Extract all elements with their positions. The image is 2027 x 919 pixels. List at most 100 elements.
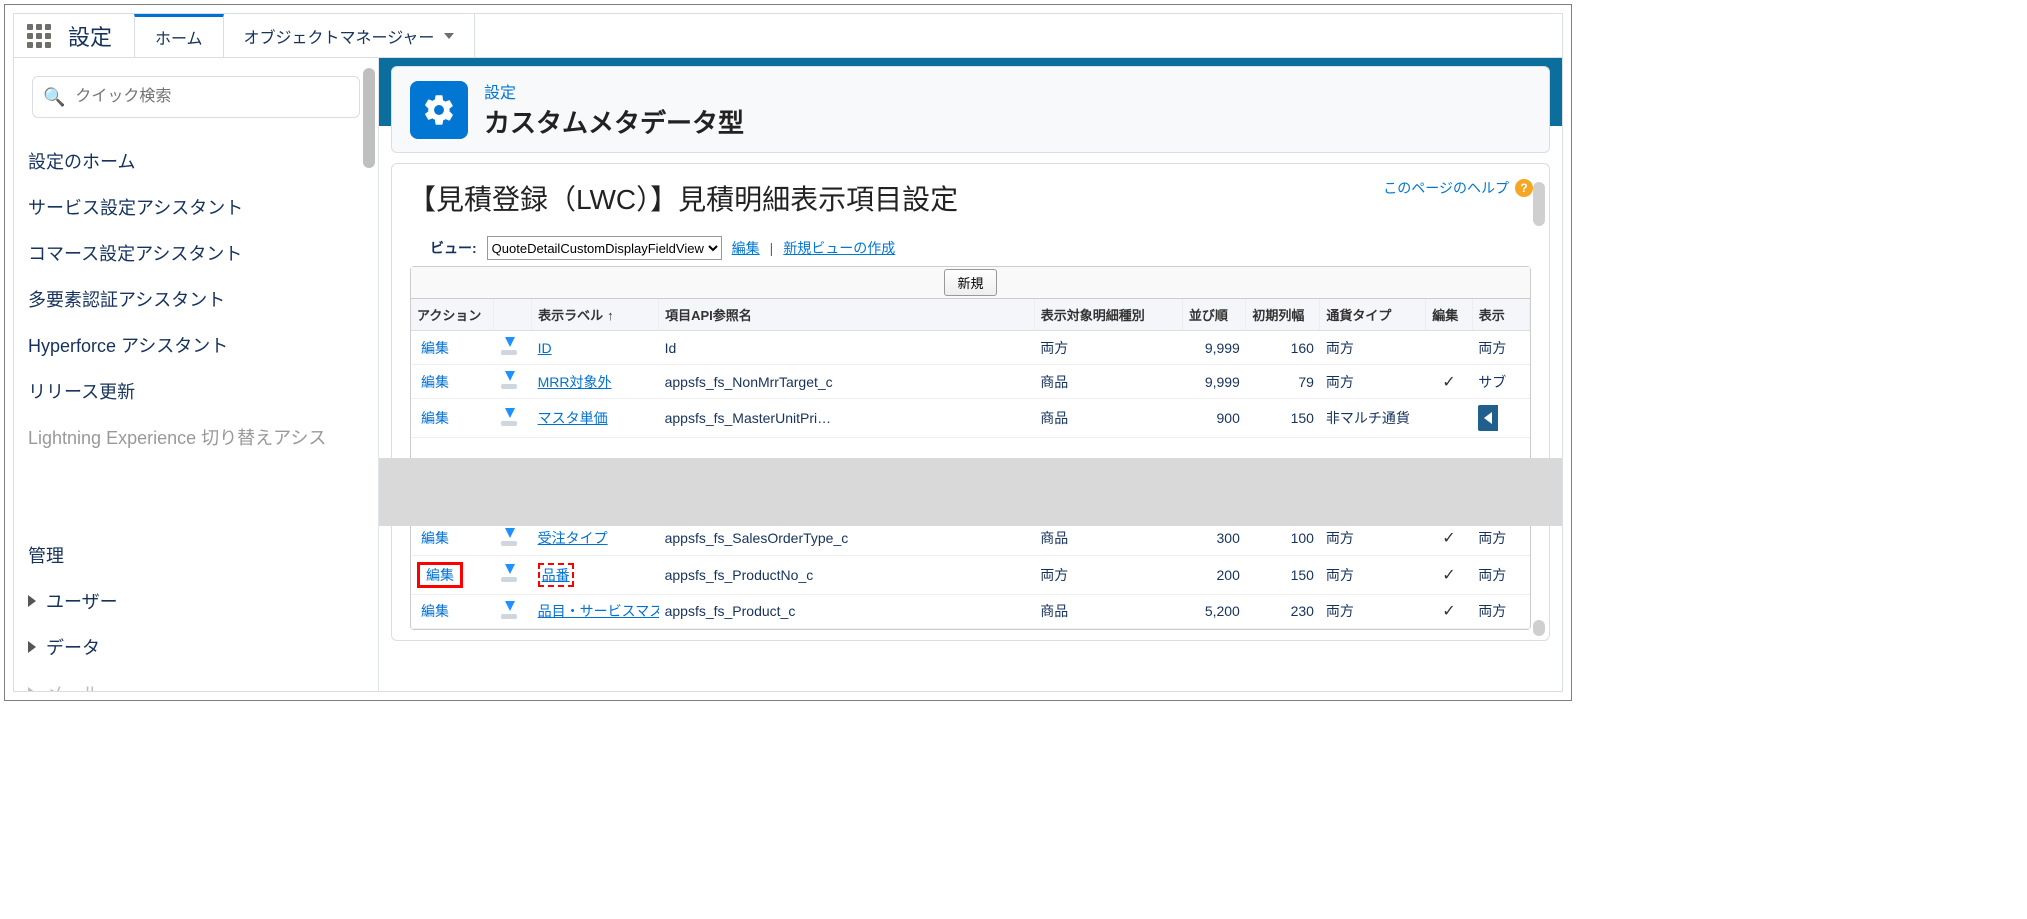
sidebar-item-mfa-assistant[interactable]: 多要素認証アシスタント: [14, 276, 378, 322]
sidebar-scrollbar[interactable]: [363, 68, 375, 168]
edit-action[interactable]: 編集: [422, 565, 458, 585]
quick-find[interactable]: 🔍: [32, 76, 360, 118]
page-header-card: 設定 カスタムメタデータ型: [391, 66, 1550, 153]
sort-asc-icon: ↑: [607, 308, 614, 323]
download-icon[interactable]: [500, 371, 518, 389]
download-icon[interactable]: [500, 528, 518, 546]
content-scrollbar-bottom[interactable]: [1533, 620, 1545, 636]
tab-home[interactable]: ホーム: [134, 14, 224, 57]
sidebar-item-release-updates[interactable]: リリース更新: [14, 368, 378, 414]
row-api: appsfs_fs_NonMrrTarget_c: [659, 365, 1035, 399]
row-currency: 両方: [1320, 594, 1426, 628]
sidebar-heading-admin: 管理: [14, 532, 378, 578]
row-label-link[interactable]: 受注タイプ: [538, 530, 608, 546]
view-select[interactable]: QuoteDetailCustomDisplayFieldView: [487, 236, 722, 260]
table-row: 編集品目・サービスマスタappsfs_fs_Product_c商品5,20023…: [411, 594, 1530, 628]
row-api: appsfs_fs_SalesOrderType_c: [659, 522, 1035, 556]
row-label-link[interactable]: ID: [538, 340, 552, 356]
view-row: ビュー: QuoteDetailCustomDisplayFieldView 編…: [430, 236, 1533, 260]
gear-icon: [410, 81, 468, 139]
row-width: 160: [1246, 331, 1320, 365]
th-dl: [494, 299, 532, 331]
classic-card: 【見積登録（LWC）】見積明細表示項目設定 このページのヘルプ ? ビュー: Q…: [391, 163, 1550, 641]
row-width: 150: [1246, 399, 1320, 438]
edit-action[interactable]: 編集: [417, 528, 453, 548]
row-label-link[interactable]: マスタ単価: [538, 410, 608, 426]
main: 設定 カスタムメタデータ型 【見積登録（LWC）】見積明細表示項目設定 このペー…: [379, 58, 1562, 691]
edit-action[interactable]: 編集: [417, 408, 453, 428]
sidebar-group-data[interactable]: データ: [14, 624, 378, 670]
help-icon: ?: [1515, 179, 1533, 197]
row-display: [1472, 399, 1529, 438]
row-display: 両方: [1472, 594, 1529, 628]
row-width: 230: [1246, 594, 1320, 628]
row-width: 100: [1246, 522, 1320, 556]
edit-action[interactable]: 編集: [417, 338, 453, 358]
row-label-link[interactable]: 品目・サービスマスタ: [538, 603, 659, 619]
row-editable: ✓: [1426, 365, 1473, 399]
table-row: 編集マスタ単価appsfs_fs_MasterUnitPri…商品900150非…: [411, 399, 1530, 438]
sidebar-item-service-assistant[interactable]: サービス設定アシスタント: [14, 184, 378, 230]
th-width[interactable]: 初期列幅: [1246, 299, 1320, 331]
data-table-wrap: 新規 アクション 表示ラベル↑ 項目API参: [410, 266, 1531, 630]
th-action[interactable]: アクション: [411, 299, 494, 331]
sidebar-item-lex-assistant[interactable]: Lightning Experience 切り替えアシス: [14, 414, 378, 460]
page-title: カスタムメタデータ型: [484, 103, 744, 140]
edit-action[interactable]: 編集: [417, 601, 453, 621]
th-api[interactable]: 項目API参照名: [659, 299, 1035, 331]
download-icon[interactable]: [500, 337, 518, 355]
row-label-link[interactable]: MRR対象外: [538, 374, 612, 390]
row-order: 200: [1182, 555, 1245, 594]
sidebar-item-setup-home[interactable]: 設定のホーム: [14, 138, 378, 184]
download-icon[interactable]: [500, 564, 518, 582]
row-api: appsfs_fs_MasterUnitPri…: [659, 399, 1035, 438]
row-order: 9,999: [1182, 365, 1245, 399]
th-type[interactable]: 表示対象明細種別: [1034, 299, 1182, 331]
list-title: 【見積登録（LWC）】見積明細表示項目設定: [408, 178, 958, 218]
row-type: 商品: [1034, 365, 1182, 399]
download-icon[interactable]: [500, 408, 518, 426]
th-display[interactable]: 表示: [1472, 299, 1529, 331]
edit-view-link[interactable]: 編集: [732, 238, 760, 258]
row-editable: ✓: [1426, 522, 1473, 556]
sidebar-item-hyperforce-assistant[interactable]: Hyperforce アシスタント: [14, 322, 378, 368]
table-header-row: アクション 表示ラベル↑ 項目API参照名 表示対象明細種別 並び順 初期列幅 …: [411, 299, 1530, 331]
edit-action[interactable]: 編集: [417, 372, 453, 392]
check-icon: ✓: [1442, 374, 1455, 391]
th-order[interactable]: 並び順: [1182, 299, 1245, 331]
row-type: 商品: [1034, 594, 1182, 628]
th-currency[interactable]: 通貨タイプ: [1320, 299, 1426, 331]
quick-find-input[interactable]: [73, 87, 349, 107]
sidebar-group-label: ユーザー: [46, 588, 118, 614]
tab-object-manager[interactable]: オブジェクトマネージャー: [224, 14, 476, 57]
help-link[interactable]: このページのヘルプ ?: [1383, 178, 1533, 198]
row-editable: ✓: [1426, 594, 1473, 628]
table-row: 編集IDId両方9,999160両方両方: [411, 331, 1530, 365]
pipe: |: [770, 240, 774, 256]
new-button[interactable]: 新規: [944, 269, 996, 296]
app-launcher-button[interactable]: [14, 14, 64, 57]
page-eyebrow: 設定: [484, 79, 744, 103]
sidebar-item-commerce-assistant[interactable]: コマース設定アシスタント: [14, 230, 378, 276]
sidebar: 🔍 設定のホーム サービス設定アシスタント コマース設定アシスタント 多要素認証…: [14, 58, 379, 691]
th-label[interactable]: 表示ラベル↑: [532, 299, 659, 331]
row-api: appsfs_fs_Product_c: [659, 594, 1035, 628]
row-label-link[interactable]: 品番: [542, 567, 570, 583]
search-icon: 🔍: [43, 87, 65, 108]
setup-title: 設定: [64, 14, 134, 57]
download-icon[interactable]: [500, 601, 518, 619]
row-display: 両方: [1472, 555, 1529, 594]
th-editable[interactable]: 編集: [1426, 299, 1473, 331]
row-currency: 両方: [1320, 522, 1426, 556]
content-scrollbar[interactable]: [1533, 182, 1545, 226]
table-row: 編集受注タイプappsfs_fs_SalesOrderType_c商品30010…: [411, 522, 1530, 556]
row-currency: 両方: [1320, 331, 1426, 365]
row-order: 900: [1182, 399, 1245, 438]
sidebar-group-mail[interactable]: メール: [14, 670, 378, 691]
chevron-down-icon: [444, 33, 454, 39]
torn-overlay: [379, 458, 1562, 526]
body: 🔍 設定のホーム サービス設定アシスタント コマース設定アシスタント 多要素認証…: [14, 58, 1562, 691]
new-view-link[interactable]: 新規ビューの作成: [783, 238, 895, 258]
sidebar-group-users[interactable]: ユーザー: [14, 578, 378, 624]
flag-icon[interactable]: [1478, 405, 1498, 431]
